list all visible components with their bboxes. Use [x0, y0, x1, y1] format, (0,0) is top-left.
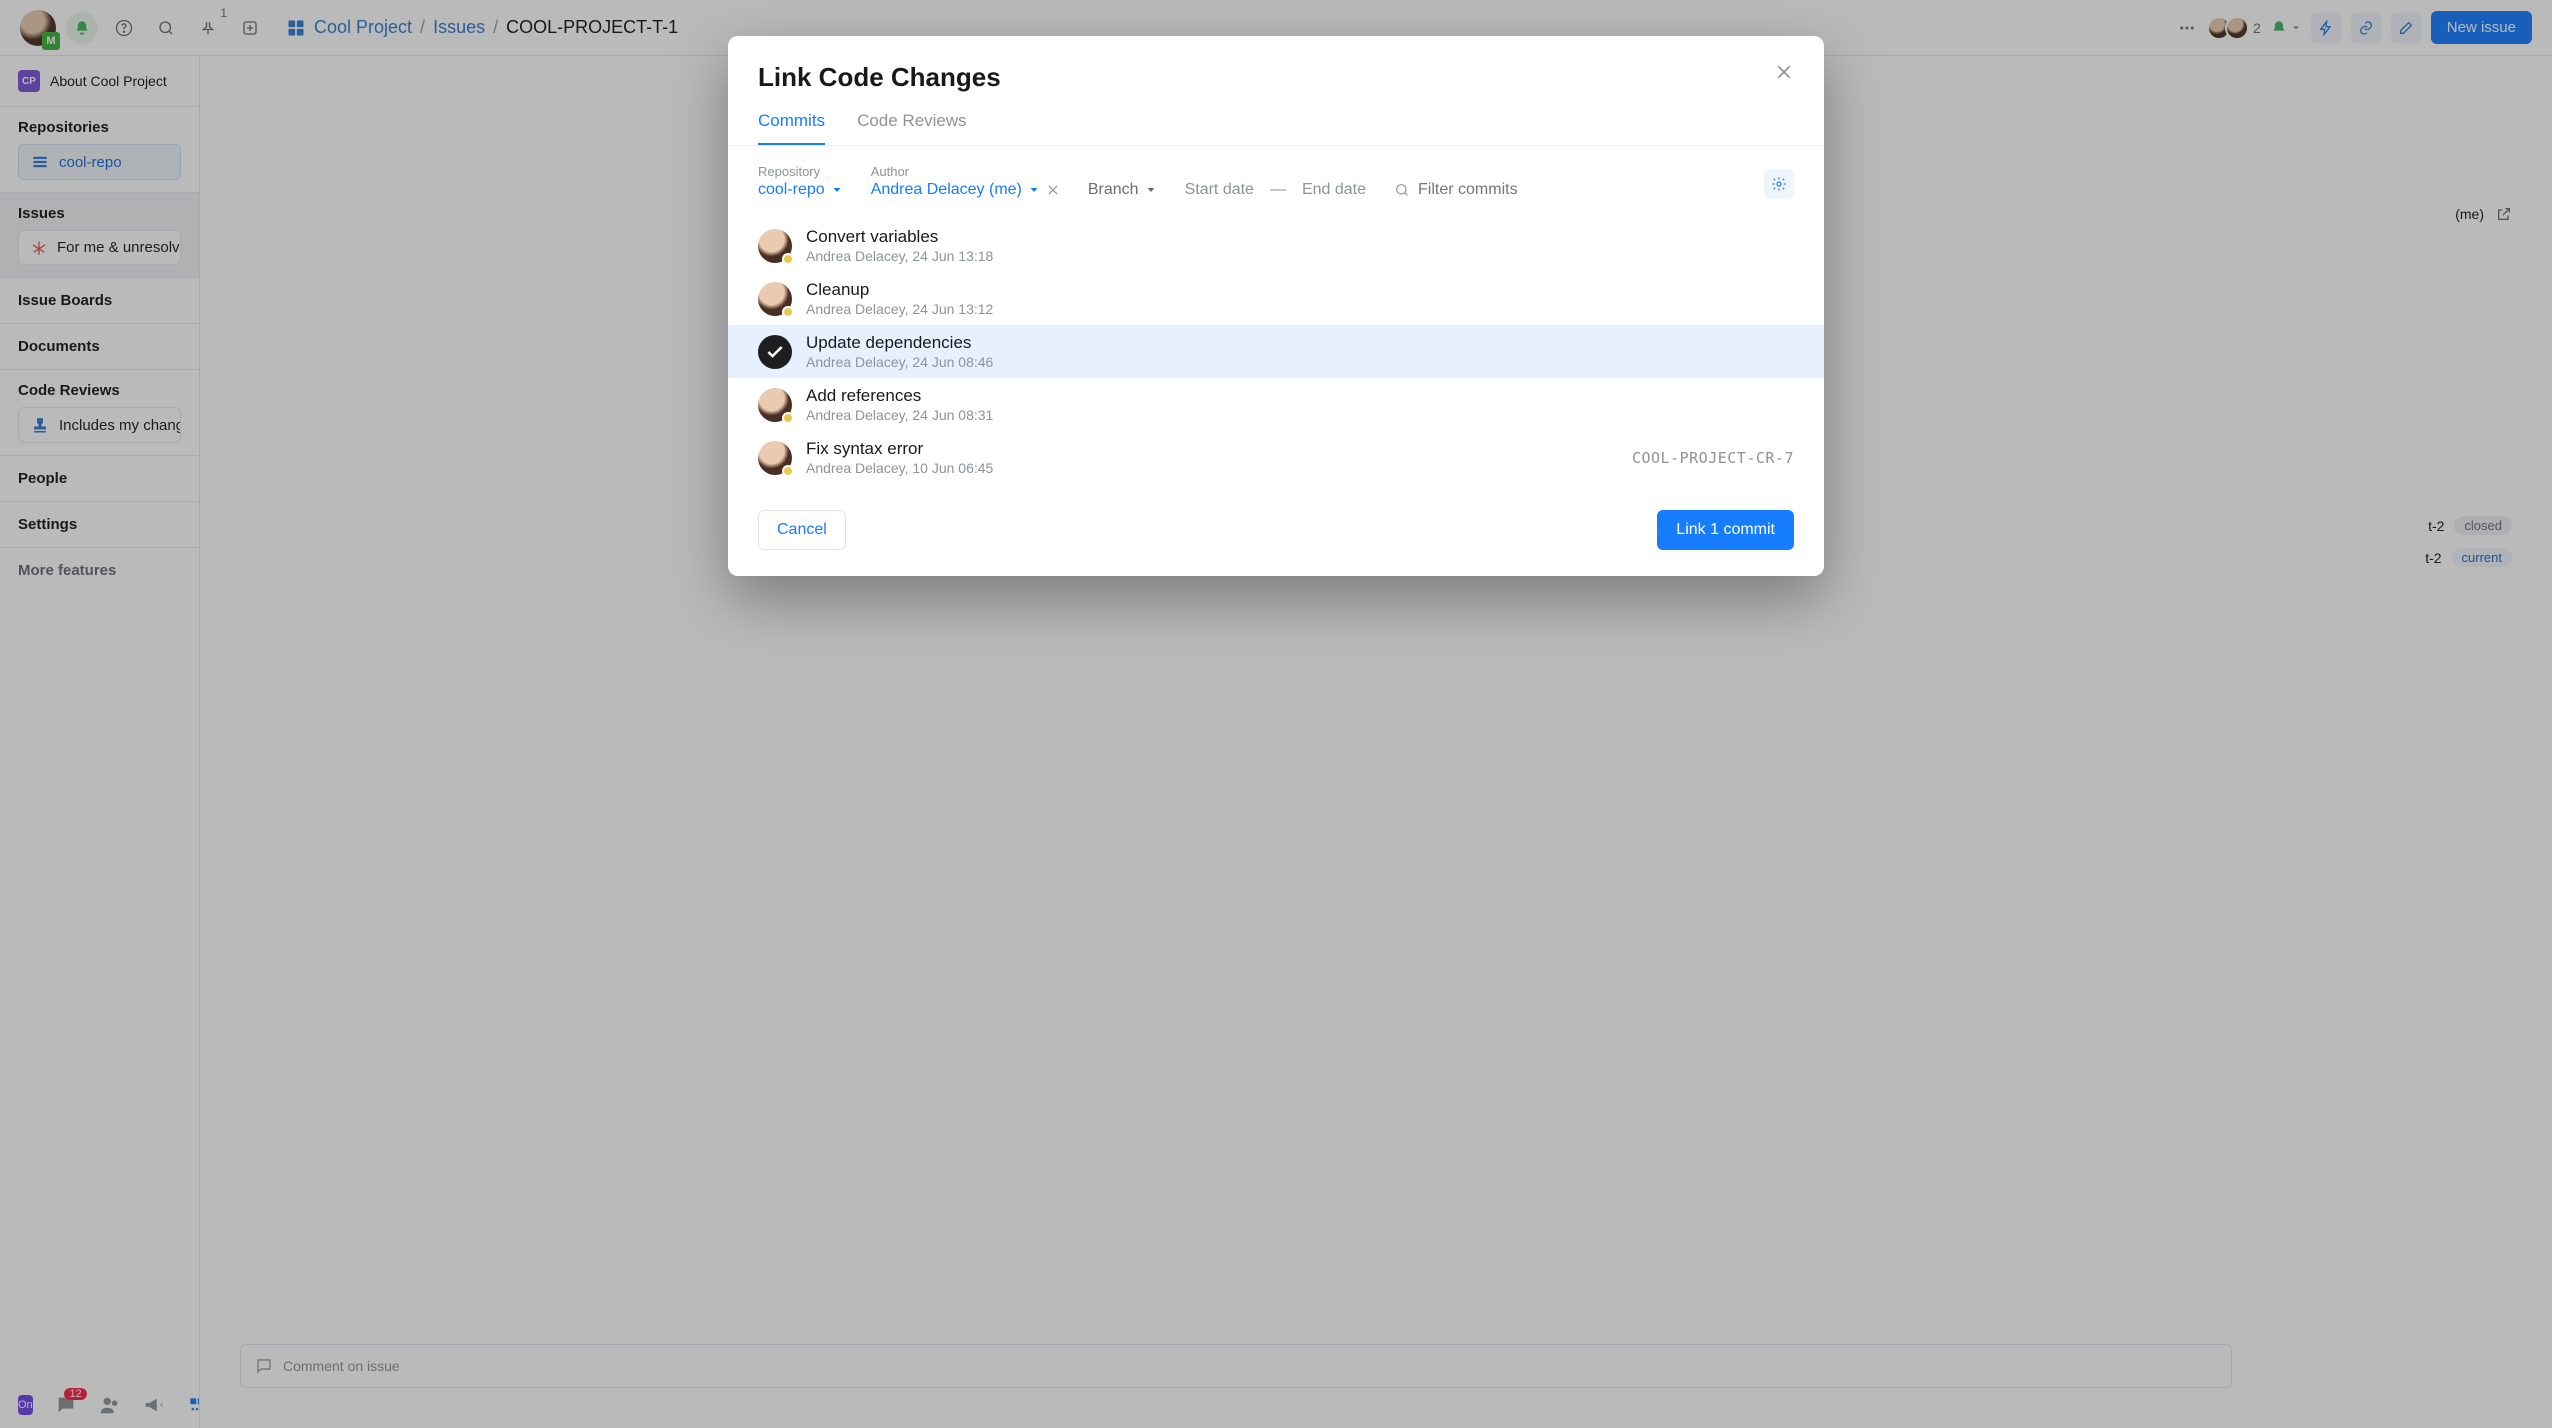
commit-title: Add references [806, 386, 993, 406]
check-icon [758, 335, 792, 369]
tab-commits[interactable]: Commits [758, 111, 825, 145]
clear-author-icon[interactable] [1046, 183, 1060, 197]
filter-commits-input[interactable] [1418, 181, 1625, 199]
commit-title: Convert variables [806, 227, 993, 247]
chevron-down-icon [1028, 184, 1040, 196]
commit-author-avatar [758, 388, 792, 422]
filter-branch[interactable]: Branch [1088, 164, 1157, 199]
commit-meta: Andrea Delacey, 24 Jun 08:46 [806, 354, 993, 370]
filter-label: Author [871, 164, 1060, 179]
dialog-tabs: Commits Code Reviews [728, 93, 1824, 146]
commit-title: Cleanup [806, 280, 993, 300]
commit-meta: Andrea Delacey, 24 Jun 08:31 [806, 407, 993, 423]
commit-author-avatar [758, 441, 792, 475]
commit-list: Convert variablesAndrea Delacey, 24 Jun … [728, 211, 1824, 492]
cancel-button[interactable]: Cancel [758, 510, 846, 550]
close-icon [1774, 62, 1794, 82]
commit-row[interactable]: Fix syntax errorAndrea Delacey, 10 Jun 0… [728, 431, 1824, 484]
commit-row[interactable]: CleanupAndrea Delacey, 24 Jun 13:12 [728, 272, 1824, 325]
filter-label: Repository [758, 164, 843, 179]
filter-repository[interactable]: Repository cool-repo [758, 164, 843, 199]
end-date-label: End date [1302, 181, 1366, 199]
date-dash: — [1270, 181, 1286, 199]
commit-text: Update dependenciesAndrea Delacey, 24 Ju… [806, 333, 993, 370]
link-code-changes-dialog: Link Code Changes Commits Code Reviews R… [728, 36, 1824, 576]
filter-search[interactable] [1394, 181, 1625, 199]
commit-row[interactable]: Update dependenciesAndrea Delacey, 24 Ju… [728, 325, 1824, 378]
commit-author-avatar [758, 282, 792, 316]
link-commit-button[interactable]: Link 1 commit [1657, 510, 1794, 550]
commit-filters: Repository cool-repo Author Andrea Delac… [728, 146, 1824, 211]
dialog-footer: Cancel Link 1 commit [728, 492, 1824, 576]
chevron-down-icon [831, 184, 843, 196]
commit-row[interactable]: Convert variablesAndrea Delacey, 24 Jun … [728, 219, 1824, 272]
commit-meta: Andrea Delacey, 10 Jun 06:45 [806, 460, 993, 476]
chevron-down-icon [1145, 184, 1157, 196]
commit-text: Fix syntax errorAndrea Delacey, 10 Jun 0… [806, 439, 993, 476]
commit-author-avatar [758, 229, 792, 263]
filter-value: Andrea Delacey (me) [871, 181, 1022, 199]
search-icon [1394, 182, 1410, 198]
commit-review-tag: COOL-PROJECT-CR-7 [1632, 449, 1794, 467]
dialog-title: Link Code Changes [758, 62, 1001, 93]
commit-title: Fix syntax error [806, 439, 993, 459]
gear-icon [1771, 176, 1787, 192]
start-date-label: Start date [1185, 181, 1254, 199]
filter-value: cool-repo [758, 181, 825, 199]
commit-row[interactable]: Add referencesAndrea Delacey, 24 Jun 08:… [728, 378, 1824, 431]
modal-overlay: Link Code Changes Commits Code Reviews R… [0, 0, 2552, 1428]
commit-text: Add referencesAndrea Delacey, 24 Jun 08:… [806, 386, 993, 423]
commit-meta: Andrea Delacey, 24 Jun 13:18 [806, 248, 993, 264]
commit-meta: Andrea Delacey, 24 Jun 13:12 [806, 301, 993, 317]
commit-text: CleanupAndrea Delacey, 24 Jun 13:12 [806, 280, 993, 317]
commit-title: Update dependencies [806, 333, 993, 353]
filter-author[interactable]: Author Andrea Delacey (me) [871, 164, 1060, 199]
filter-settings-button[interactable] [1764, 169, 1794, 199]
commit-text: Convert variablesAndrea Delacey, 24 Jun … [806, 227, 993, 264]
filter-date-range[interactable]: Start date — End date [1185, 181, 1366, 199]
filter-value: Branch [1088, 181, 1139, 199]
tab-code-reviews[interactable]: Code Reviews [857, 111, 967, 145]
close-button[interactable] [1774, 62, 1794, 82]
